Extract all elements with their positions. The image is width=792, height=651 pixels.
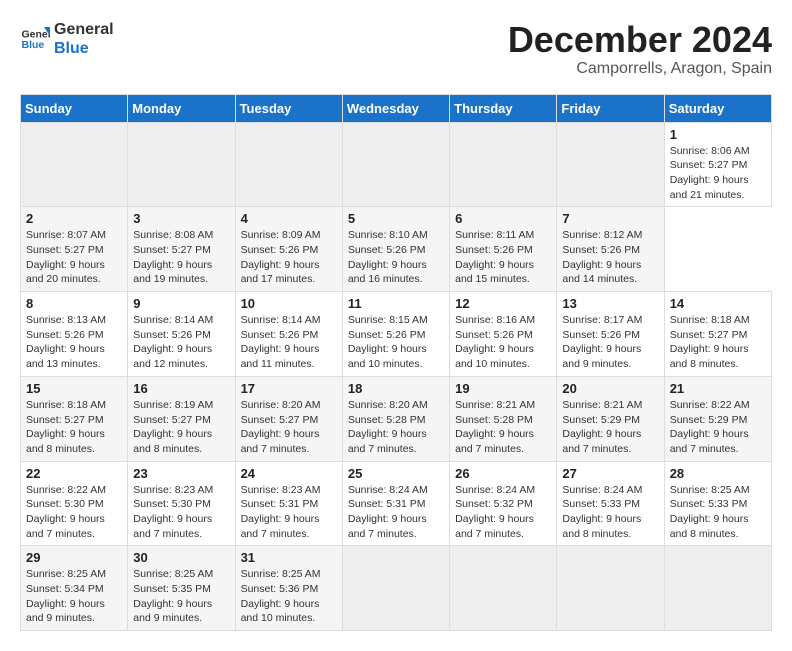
week-row-0: 1Sunrise: 8:06 AMSunset: 5:27 PMDaylight… <box>21 122 772 207</box>
calendar-cell: 30Sunrise: 8:25 AMSunset: 5:35 PMDayligh… <box>128 546 235 631</box>
week-row-2: 8Sunrise: 8:13 AMSunset: 5:26 PMDaylight… <box>21 292 772 377</box>
calendar-cell: 18Sunrise: 8:20 AMSunset: 5:28 PMDayligh… <box>342 376 449 461</box>
empty-cell <box>450 546 557 631</box>
empty-cell <box>128 122 235 207</box>
svg-text:Blue: Blue <box>22 39 45 51</box>
header-tuesday: Tuesday <box>235 94 342 122</box>
empty-cell <box>664 546 771 631</box>
title-area: December 2024 Camporrells, Aragon, Spain <box>508 20 772 78</box>
calendar-cell: 22Sunrise: 8:22 AMSunset: 5:30 PMDayligh… <box>21 461 128 546</box>
calendar-cell: 27Sunrise: 8:24 AMSunset: 5:33 PMDayligh… <box>557 461 664 546</box>
calendar-cell: 19Sunrise: 8:21 AMSunset: 5:28 PMDayligh… <box>450 376 557 461</box>
empty-cell <box>557 546 664 631</box>
header-sunday: Sunday <box>21 94 128 122</box>
empty-cell <box>557 122 664 207</box>
calendar-cell: 16Sunrise: 8:19 AMSunset: 5:27 PMDayligh… <box>128 376 235 461</box>
header-row: SundayMondayTuesdayWednesdayThursdayFrid… <box>21 94 772 122</box>
empty-cell <box>450 122 557 207</box>
calendar-cell: 6Sunrise: 8:11 AMSunset: 5:26 PMDaylight… <box>450 207 557 292</box>
calendar-cell: 24Sunrise: 8:23 AMSunset: 5:31 PMDayligh… <box>235 461 342 546</box>
calendar-cell: 25Sunrise: 8:24 AMSunset: 5:31 PMDayligh… <box>342 461 449 546</box>
calendar-cell: 4Sunrise: 8:09 AMSunset: 5:26 PMDaylight… <box>235 207 342 292</box>
week-row-4: 22Sunrise: 8:22 AMSunset: 5:30 PMDayligh… <box>21 461 772 546</box>
calendar-cell: 9Sunrise: 8:14 AMSunset: 5:26 PMDaylight… <box>128 292 235 377</box>
calendar-cell: 10Sunrise: 8:14 AMSunset: 5:26 PMDayligh… <box>235 292 342 377</box>
calendar-cell: 23Sunrise: 8:23 AMSunset: 5:30 PMDayligh… <box>128 461 235 546</box>
calendar-cell: 15Sunrise: 8:18 AMSunset: 5:27 PMDayligh… <box>21 376 128 461</box>
page-header: General Blue General Blue General Blue D… <box>20 20 772 78</box>
calendar-table: SundayMondayTuesdayWednesdayThursdayFrid… <box>20 94 772 632</box>
calendar-cell: 17Sunrise: 8:20 AMSunset: 5:27 PMDayligh… <box>235 376 342 461</box>
empty-cell <box>21 122 128 207</box>
calendar-cell: 5Sunrise: 8:10 AMSunset: 5:26 PMDaylight… <box>342 207 449 292</box>
location: Camporrells, Aragon, Spain <box>508 60 772 78</box>
week-row-5: 29Sunrise: 8:25 AMSunset: 5:34 PMDayligh… <box>21 546 772 631</box>
calendar-cell: 11Sunrise: 8:15 AMSunset: 5:26 PMDayligh… <box>342 292 449 377</box>
empty-cell <box>342 546 449 631</box>
empty-cell <box>235 122 342 207</box>
empty-cell <box>342 122 449 207</box>
month-title: December 2024 <box>508 20 772 60</box>
calendar-cell: 26Sunrise: 8:24 AMSunset: 5:32 PMDayligh… <box>450 461 557 546</box>
calendar-cell: 29Sunrise: 8:25 AMSunset: 5:34 PMDayligh… <box>21 546 128 631</box>
calendar-cell: 3Sunrise: 8:08 AMSunset: 5:27 PMDaylight… <box>128 207 235 292</box>
calendar-cell: 31Sunrise: 8:25 AMSunset: 5:36 PMDayligh… <box>235 546 342 631</box>
header-wednesday: Wednesday <box>342 94 449 122</box>
calendar-cell: 7Sunrise: 8:12 AMSunset: 5:26 PMDaylight… <box>557 207 664 292</box>
calendar-cell: 28Sunrise: 8:25 AMSunset: 5:33 PMDayligh… <box>664 461 771 546</box>
week-row-3: 15Sunrise: 8:18 AMSunset: 5:27 PMDayligh… <box>21 376 772 461</box>
calendar-cell: 21Sunrise: 8:22 AMSunset: 5:29 PMDayligh… <box>664 376 771 461</box>
calendar-cell: 8Sunrise: 8:13 AMSunset: 5:26 PMDaylight… <box>21 292 128 377</box>
calendar-cell: 14Sunrise: 8:18 AMSunset: 5:27 PMDayligh… <box>664 292 771 377</box>
calendar-cell: 12Sunrise: 8:16 AMSunset: 5:26 PMDayligh… <box>450 292 557 377</box>
calendar-cell: 13Sunrise: 8:17 AMSunset: 5:26 PMDayligh… <box>557 292 664 377</box>
calendar-cell: 1Sunrise: 8:06 AMSunset: 5:27 PMDaylight… <box>664 122 771 207</box>
logo-blue: Blue <box>54 39 114 58</box>
logo-general: General <box>54 20 114 39</box>
calendar-cell: 2Sunrise: 8:07 AMSunset: 5:27 PMDaylight… <box>21 207 128 292</box>
logo: General Blue General Blue General Blue <box>20 20 114 58</box>
header-monday: Monday <box>128 94 235 122</box>
week-row-1: 2Sunrise: 8:07 AMSunset: 5:27 PMDaylight… <box>21 207 772 292</box>
logo-icon: General Blue <box>20 24 50 54</box>
header-friday: Friday <box>557 94 664 122</box>
header-saturday: Saturday <box>664 94 771 122</box>
header-thursday: Thursday <box>450 94 557 122</box>
calendar-cell: 20Sunrise: 8:21 AMSunset: 5:29 PMDayligh… <box>557 376 664 461</box>
